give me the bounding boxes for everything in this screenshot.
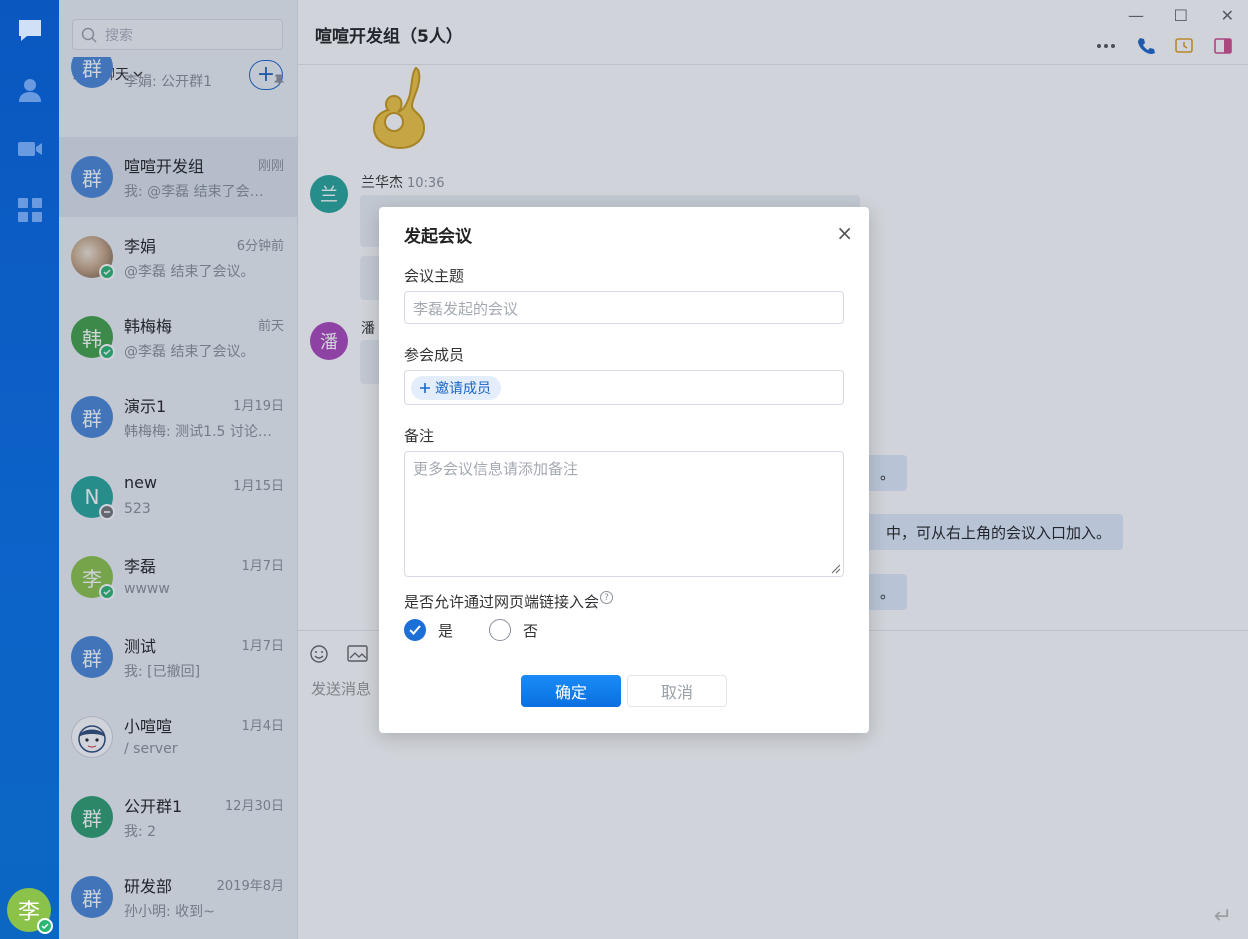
current-user-avatar[interactable]: 李: [7, 888, 53, 934]
chat-icon[interactable]: [16, 16, 44, 44]
radio-yes-label: 是: [438, 621, 454, 640]
online-status-icon: [37, 918, 53, 934]
radio-unchecked-icon: [489, 619, 511, 641]
start-meeting-dialog: 发起会议 × 会议主题 李磊发起的会议 参会成员 邀请成员 备注 更多会议信息请…: [379, 207, 869, 733]
dialog-title: 发起会议: [404, 227, 472, 247]
apps-grid-icon[interactable]: [16, 196, 44, 224]
resize-handle-icon[interactable]: [831, 564, 841, 574]
radio-no-label: 否: [523, 621, 539, 640]
web-join-label: 是否允许通过网页端链接入会: [404, 593, 600, 611]
radio-yes[interactable]: 是: [404, 619, 453, 641]
invite-members-button[interactable]: 邀请成员: [411, 376, 501, 400]
members-label: 参会成员: [404, 346, 465, 364]
contacts-icon[interactable]: [16, 76, 44, 104]
confirm-button[interactable]: 确定: [521, 675, 621, 707]
topic-placeholder: 李磊发起的会议: [413, 300, 519, 318]
note-label: 备注: [404, 427, 435, 445]
cancel-button[interactable]: 取消: [627, 675, 727, 707]
radio-checked-icon: [404, 619, 426, 641]
help-icon[interactable]: ?: [600, 591, 614, 604]
invite-members-label: 邀请成员: [435, 381, 491, 397]
note-textarea[interactable]: 更多会议信息请添加备注: [404, 451, 844, 577]
app-rail: 李: [0, 0, 59, 939]
topic-label: 会议主题: [404, 267, 465, 285]
radio-no[interactable]: 否: [489, 619, 538, 641]
current-user-avatar-text: 李: [17, 900, 40, 925]
video-meeting-icon[interactable]: [16, 135, 44, 163]
topic-input[interactable]: 李磊发起的会议: [404, 291, 844, 324]
plus-icon: [420, 383, 430, 393]
members-field: 邀请成员: [404, 370, 844, 405]
note-placeholder: 更多会议信息请添加备注: [413, 460, 579, 478]
web-join-question: 是否允许通过网页端链接入会?: [404, 591, 614, 612]
close-dialog-button[interactable]: ×: [836, 221, 853, 245]
